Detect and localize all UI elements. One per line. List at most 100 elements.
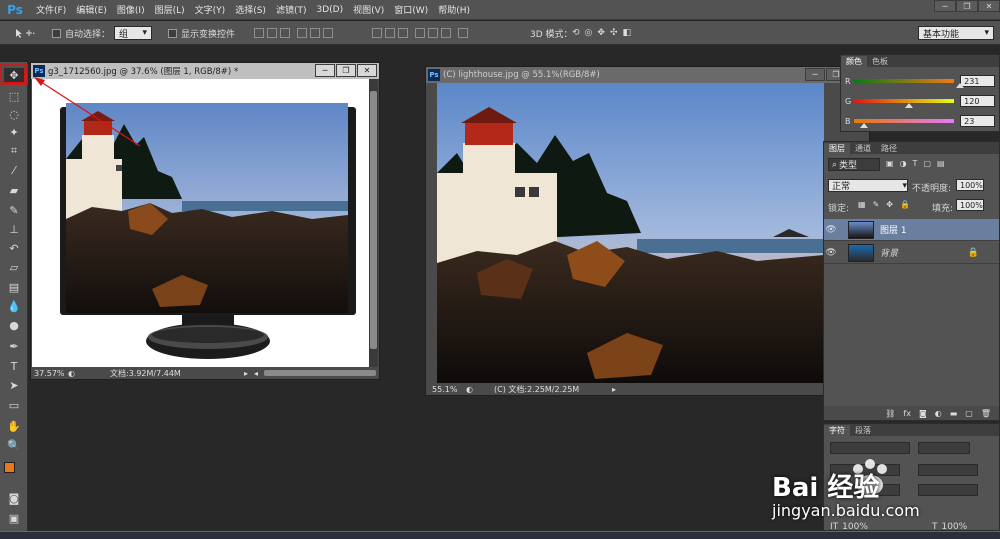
adjustment-filter-icon[interactable]: ◑ (900, 159, 907, 168)
zoom-tool-icon[interactable]: 🔍 (3, 437, 25, 453)
status-arrow-icon[interactable]: ▸ (244, 369, 248, 378)
show-transform-option[interactable]: 显示变换控件 (168, 25, 235, 41)
layer-row[interactable]: 👁 图层 1 (824, 219, 999, 241)
document-2-titlebar[interactable]: Ps (C) lighthouse.jpg @ 55.1%(RGB/8#) ─ … (426, 67, 869, 83)
brush-tool-icon[interactable]: ✎ (3, 202, 25, 218)
layer-row[interactable]: 👁 背景 🔒 (824, 242, 999, 264)
trash-icon[interactable]: 🗑 (981, 409, 991, 418)
smart-object-filter-icon[interactable]: ▤ (937, 159, 945, 168)
menu-image[interactable]: 图像(I) (117, 3, 145, 16)
blue-slider[interactable] (853, 119, 955, 128)
tab-swatches[interactable]: 色板 (867, 56, 893, 67)
show-transform-checkbox[interactable] (168, 28, 177, 38)
green-slider-knob[interactable] (904, 103, 913, 108)
red-slider-knob[interactable] (956, 83, 965, 88)
hand-tool-icon[interactable]: ✋ (3, 418, 25, 434)
status-menu-icon[interactable]: ◐ (68, 369, 78, 378)
new-layer-icon[interactable]: ▢ (965, 409, 973, 418)
doc1-close-button[interactable]: ✕ (357, 64, 377, 77)
type-tool-icon[interactable]: T (3, 358, 25, 374)
auto-select-checkbox[interactable] (52, 28, 61, 38)
doc1-maximize-button[interactable]: ❐ (336, 64, 356, 77)
menu-file[interactable]: 文件(F) (36, 3, 66, 16)
align-left-icon[interactable] (297, 28, 307, 38)
doc1-minimize-button[interactable]: ─ (315, 64, 335, 77)
mask-icon[interactable]: ◙ (919, 409, 927, 418)
auto-select-option[interactable]: 自动选择： (52, 25, 110, 41)
status-arrow-icon[interactable]: ▸ (612, 385, 616, 394)
layer-name[interactable]: 图层 1 (880, 223, 907, 236)
quick-mask-icon[interactable]: ◙ (3, 490, 25, 506)
menu-window[interactable]: 窗口(W) (394, 3, 428, 16)
auto-select-dropdown[interactable]: 组 ▾ (114, 26, 152, 40)
red-value-input[interactable]: 231 (960, 75, 995, 87)
dodge-tool-icon[interactable]: ● (3, 317, 25, 333)
blur-tool-icon[interactable]: 💧 (3, 298, 25, 314)
move-tool-preset-icon[interactable] (14, 25, 36, 41)
document-2-canvas[interactable] (437, 83, 824, 383)
eraser-tool-icon[interactable]: ▱ (3, 259, 25, 275)
font-family-dropdown[interactable] (830, 442, 910, 454)
3d-scale-icon[interactable]: ◧ (623, 28, 632, 38)
doc2-minimize-button[interactable]: ─ (805, 68, 825, 81)
lock-transparency-icon[interactable]: ▦ (858, 200, 866, 209)
type-filter-icon[interactable]: T (913, 159, 918, 168)
auto-align-icon[interactable] (458, 28, 468, 38)
doc1-vscroll-thumb[interactable] (370, 91, 377, 349)
shape-filter-icon[interactable]: ▢ (923, 159, 931, 168)
distribute-top-icon[interactable] (372, 28, 382, 38)
link-icon[interactable]: ⛓ (885, 409, 895, 418)
path-selection-tool-icon[interactable]: ➤ (3, 377, 25, 393)
doc1-hscroll-thumb[interactable] (264, 370, 377, 376)
menu-view[interactable]: 视图(V) (353, 3, 384, 16)
lock-position-icon[interactable]: ✥ (886, 200, 893, 209)
align-top-icon[interactable] (254, 28, 264, 38)
folder-icon[interactable]: ▬ (950, 409, 958, 418)
blue-slider-knob[interactable] (860, 123, 869, 128)
pen-tool-icon[interactable]: ✒ (3, 338, 25, 354)
tab-layers[interactable]: 图层 (824, 143, 850, 154)
align-bottom-icon[interactable] (280, 28, 290, 38)
menu-type[interactable]: 文字(Y) (195, 3, 226, 16)
workspace-dropdown[interactable]: 基本功能 ▾ (918, 26, 994, 40)
align-right-icon[interactable] (323, 28, 333, 38)
menu-layer[interactable]: 图层(L) (155, 3, 185, 16)
3d-pan-icon[interactable]: ✥ (597, 28, 605, 38)
tab-color[interactable]: 颜色 (841, 56, 867, 67)
blend-mode-dropdown[interactable]: 正常 ▾ (828, 179, 908, 192)
align-vcenter-icon[interactable] (267, 28, 277, 38)
lock-all-icon[interactable]: 🔒 (900, 200, 910, 209)
menu-edit[interactable]: 编辑(E) (76, 3, 107, 16)
fill-input[interactable]: 100% (956, 199, 984, 211)
hscroll-left-icon[interactable]: ◂ (254, 369, 258, 378)
distribute-left-icon[interactable] (415, 28, 425, 38)
eye-icon[interactable]: 👁 (824, 225, 838, 235)
3d-rotate-icon[interactable]: ⟲ (572, 28, 580, 38)
layer-filter-dropdown[interactable]: ⌕ 类型 (828, 158, 880, 171)
gradient-tool-icon[interactable]: ▤ (3, 279, 25, 295)
doc1-zoom-readout[interactable]: 37.57% (34, 369, 66, 378)
pixel-filter-icon[interactable]: ▣ (886, 159, 894, 168)
doc1-vertical-scrollbar[interactable] (369, 79, 378, 369)
menu-3d[interactable]: 3D(D) (316, 5, 343, 15)
menu-filter[interactable]: 滤镜(T) (276, 3, 307, 16)
eye-icon[interactable]: 👁 (824, 248, 838, 258)
opacity-input[interactable]: 100% (956, 179, 984, 191)
tab-channels[interactable]: 通道 (850, 143, 876, 154)
blue-value-input[interactable]: 23 (960, 115, 995, 127)
align-hcenter-icon[interactable] (310, 28, 320, 38)
screen-mode-icon[interactable]: ▣ (3, 510, 25, 526)
stamp-tool-icon[interactable]: ⊥ (3, 221, 25, 237)
foreground-color-swatch[interactable] (4, 462, 15, 473)
adjustment-icon[interactable]: ◐ (935, 409, 942, 418)
eyedropper-tool-icon[interactable]: ⁄ (3, 162, 25, 178)
layer-name[interactable]: 背景 (880, 246, 898, 259)
status-menu-icon[interactable]: ◐ (466, 385, 476, 394)
restore-button[interactable]: ❐ (956, 0, 978, 12)
distribute-hcenter-icon[interactable] (428, 28, 438, 38)
3d-roll-icon[interactable]: ◎ (585, 28, 593, 38)
rectangle-tool-icon[interactable]: ▭ (3, 397, 25, 413)
green-slider[interactable] (853, 99, 955, 108)
distribute-right-icon[interactable] (441, 28, 451, 38)
font-style-dropdown[interactable] (918, 442, 970, 454)
